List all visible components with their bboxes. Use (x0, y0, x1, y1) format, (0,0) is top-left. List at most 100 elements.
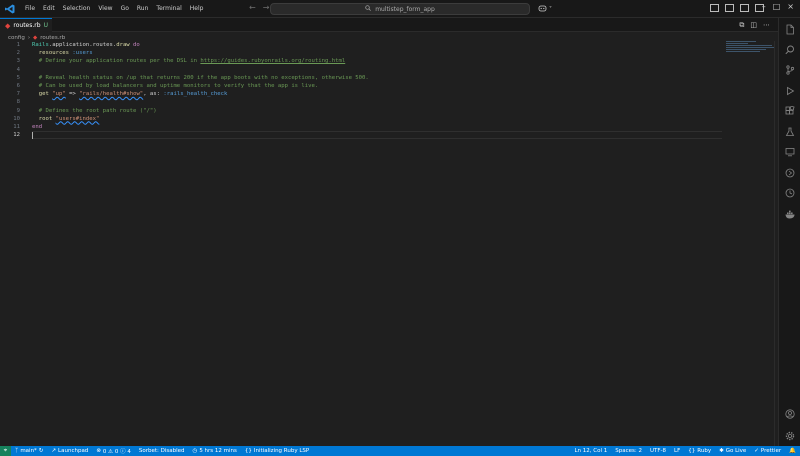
breadcrumb-file[interactable]: routes.rb (40, 35, 65, 41)
code-line: # Can be used by load balancers and upti… (32, 82, 722, 90)
menu-selection[interactable]: Selection (59, 0, 95, 18)
line-number: 3 (16, 58, 20, 65)
activity-bar (778, 18, 800, 446)
menu-help[interactable]: Help (186, 0, 208, 18)
branch-name: main* (20, 448, 37, 454)
status-language[interactable]: {} Ruby (684, 448, 715, 454)
account-icon[interactable] (783, 407, 797, 421)
source-control-icon[interactable] (783, 63, 797, 77)
code-line: resources :users (32, 49, 722, 57)
maximize-icon[interactable]: □ (773, 2, 781, 11)
broadcast-icon: ✱ (719, 448, 724, 454)
code-token: "rails/health#show" (79, 91, 144, 98)
title-bar: File Edit Selection View Go Run Terminal… (0, 0, 800, 18)
open-changes-icon[interactable]: ⧉ (739, 21, 744, 30)
code-editor[interactable]: 1 2 3 4 5 6 7 8 9 10 11 12 Rails.applica… (0, 41, 778, 446)
menu-view[interactable]: View (94, 0, 116, 18)
toggle-secondary-sidebar-icon[interactable] (740, 4, 749, 12)
tab-filename: routes.rb (13, 22, 41, 29)
copilot-menu[interactable]: ˅ (538, 4, 552, 14)
status-indentation[interactable]: Spaces: 2 (611, 448, 646, 454)
language-label: Ruby (697, 448, 712, 454)
status-sorbet[interactable]: Sorbet: Disabled (135, 448, 189, 454)
line-number-current: 12 (13, 132, 20, 139)
line-number: 10 (13, 115, 20, 122)
code-token: , as: (143, 91, 164, 98)
command-center[interactable]: multistep_form_app (270, 3, 530, 15)
tab-routes-rb[interactable]: ◆ routes.rb U (0, 18, 52, 32)
code-content[interactable]: Rails.application.routes.draw do resourc… (32, 41, 722, 140)
code-token: "up" (52, 91, 66, 98)
remote-explorer-icon[interactable] (783, 145, 797, 159)
check-double-icon: ✓ (754, 448, 759, 454)
testing-icon[interactable] (783, 125, 797, 139)
ruby-file-icon: ◆ (33, 34, 38, 41)
code-token: root (32, 115, 56, 122)
branch-icon: ᛉ (15, 448, 19, 454)
minimize-icon[interactable]: – (762, 2, 766, 11)
breadcrumb-folder[interactable]: config (8, 35, 25, 41)
error-icon: ⊗ (96, 448, 101, 454)
docker-icon[interactable] (783, 207, 797, 221)
code-token: do (129, 42, 140, 48)
editor-tab-bar: ◆ routes.rb U ⧉ ◫ ⋯ (0, 18, 778, 32)
code-link[interactable]: https://guides.rubyonrails.org/routing.h… (200, 58, 345, 64)
code-token: :users (72, 50, 93, 57)
menu-terminal[interactable]: Terminal (152, 0, 185, 18)
line-number: 1 (16, 42, 20, 48)
go-live-label: Go Live (725, 448, 747, 454)
minimap-line (726, 45, 772, 46)
sync-icon: ↻ (38, 448, 44, 454)
line-number: 9 (16, 107, 20, 114)
menu-go[interactable]: Go (117, 0, 133, 18)
status-prettier[interactable]: ✓ Prettier (750, 448, 785, 454)
search-icon (365, 5, 372, 13)
code-line: get "up" => "rails/health#show", as: :ra… (32, 90, 722, 98)
notifications-bell-icon[interactable]: 🔔 (785, 448, 800, 454)
forward-arrow-icon[interactable]: → (263, 3, 270, 12)
status-branch[interactable]: ᛉ main* ↻ (11, 448, 47, 454)
split-editor-icon[interactable]: ◫ (750, 21, 757, 30)
code-line: # Reveal health status on /up that retur… (32, 74, 722, 82)
back-arrow-icon[interactable]: ← (249, 3, 256, 12)
gear-icon[interactable] (783, 429, 797, 443)
more-actions-icon[interactable]: ⋯ (763, 21, 770, 30)
explorer-icon[interactable] (783, 22, 797, 36)
github-actions-icon[interactable] (783, 166, 797, 180)
copilot-icon (538, 4, 547, 14)
extensions-icon[interactable] (783, 104, 797, 118)
menu-run[interactable]: Run (133, 0, 153, 18)
toggle-primary-sidebar-icon[interactable] (710, 4, 719, 12)
status-problems[interactable]: ⊗ 0 ⚠ 0 ⓘ 4 (92, 447, 135, 455)
minimap-line (726, 51, 760, 52)
code-token: # Reveal health status on /up that retur… (32, 74, 369, 81)
status-go-live[interactable]: ✱ Go Live (715, 448, 750, 454)
run-and-debug-icon[interactable] (783, 84, 797, 98)
timeline-icon[interactable] (783, 186, 797, 200)
status-encoding[interactable]: UTF-8 (646, 448, 670, 454)
toggle-panel-icon[interactable] (725, 4, 734, 12)
remote-indicator-icon[interactable]: ⌖ (0, 446, 11, 456)
minimap[interactable] (726, 41, 776, 57)
status-eol[interactable]: LF (670, 448, 684, 454)
search-icon[interactable] (783, 43, 797, 57)
line-number: 7 (16, 91, 20, 98)
minimap-line (726, 43, 748, 44)
line-number: 2 (16, 50, 20, 57)
status-cursor-position[interactable]: Ln 12, Col 1 (570, 448, 611, 454)
code-token: resources (32, 50, 73, 57)
prettier-label: Prettier (760, 448, 782, 454)
menu-file[interactable]: File (21, 0, 39, 18)
menu-edit[interactable]: Edit (39, 0, 59, 18)
time-value: 5 hrs 12 mins (199, 448, 237, 454)
close-icon[interactable]: × (787, 2, 794, 11)
code-token: # Define your application routes per the… (32, 58, 201, 65)
braces-icon: {} (244, 448, 252, 454)
status-time-tracker[interactable]: ◷ 5 hrs 12 mins (189, 448, 241, 454)
tab-git-status: U (43, 22, 48, 29)
vscode-logo-icon (3, 2, 17, 16)
code-token: "users#index" (55, 115, 100, 122)
status-launchpad[interactable]: ↗ Launchpad (47, 448, 92, 454)
status-ruby-lsp[interactable]: {} Initializing Ruby LSP (241, 448, 313, 454)
